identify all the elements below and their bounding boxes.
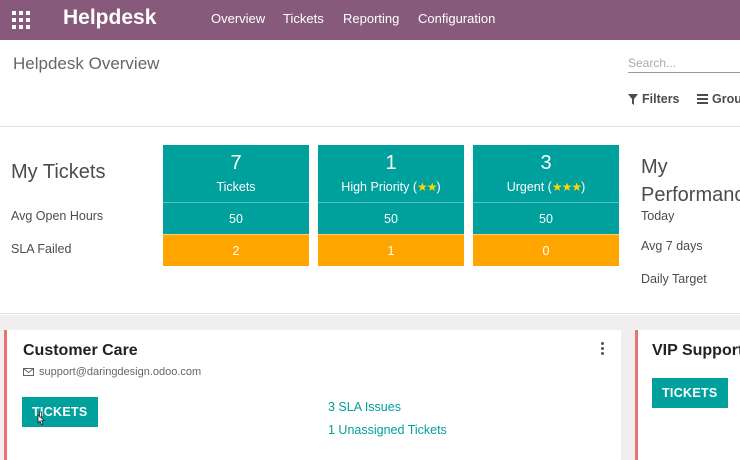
unassigned-tickets-link[interactable]: 1 Unassigned Tickets [328,423,447,437]
stat-avg-open-hours[interactable]: 50 [473,202,619,234]
stat-sla-failed[interactable]: 1 [318,234,464,266]
my-tickets-title: My Tickets [11,161,106,183]
stat-column-tickets: 7 Tickets 50 2 [163,145,309,266]
stat-avg-open-hours[interactable]: 50 [318,202,464,234]
perf-daily-target-label: Daily Target [641,272,707,286]
tickets-button[interactable]: TICKETS [22,397,98,427]
search-input[interactable] [628,53,740,73]
group-by-label: Grou [712,92,740,106]
stat-sla-failed[interactable]: 2 [163,234,309,266]
team-cards-area: Customer Care support@daringdesign.odoo.… [0,315,740,460]
team-email: support@daringdesign.odoo.com [23,366,201,378]
filters-label: Filters [642,92,680,106]
menu-tickets[interactable]: Tickets [283,11,324,26]
mouse-cursor-icon [37,411,46,425]
stat-avg-open-hours[interactable]: 50 [163,202,309,234]
group-by-icon [697,94,708,104]
team-name[interactable]: VIP Support [652,342,740,360]
top-navbar: Helpdesk Overview Tickets Reporting Conf… [0,0,740,40]
stat-high-priority-button[interactable]: 1 High Priority (★★) [318,145,464,202]
stat-column-high-priority: 1 High Priority (★★) 50 1 [318,145,464,266]
stat-column-urgent: 3 Urgent (★★★) 50 0 [473,145,619,266]
app-brand[interactable]: Helpdesk [63,6,156,30]
star-icon: ★★ [417,180,437,194]
perf-today-label: Today [641,209,675,223]
apps-grid-icon[interactable] [12,11,30,29]
sla-issues-link[interactable]: 3 SLA Issues [328,400,401,414]
sla-failed-label: SLA Failed [11,242,72,256]
perf-avg-7-days-label: Avg 7 days [641,239,703,253]
envelope-icon [23,368,34,376]
star-icon: ★★★ [551,180,582,194]
stat-label: Urgent (★★★) [506,180,586,194]
menu-reporting[interactable]: Reporting [343,11,399,26]
filter-icon [628,93,638,105]
stat-count: 7 [230,152,242,174]
group-by-button[interactable]: Grou [697,92,740,106]
kebab-menu-icon[interactable] [601,342,605,357]
filters-button[interactable]: Filters [628,92,680,106]
stat-count: 3 [540,152,552,174]
page-title: Helpdesk Overview [13,54,160,73]
stat-sla-failed[interactable]: 0 [473,234,619,266]
menu-overview[interactable]: Overview [211,11,265,26]
stat-label: High Priority (★★) [341,180,441,194]
team-card-customer-care: Customer Care support@daringdesign.odoo.… [4,330,621,460]
stat-count: 1 [385,152,397,174]
team-name[interactable]: Customer Care [23,342,138,360]
avg-open-hours-label: Avg Open Hours [11,209,104,223]
control-panel: Helpdesk Overview Filters Grou [0,40,740,127]
team-card-vip-support: VIP Support TICKETS [635,330,740,460]
stat-label: Tickets [216,180,256,194]
my-performance-title: My Performanc [641,156,740,206]
stat-urgent-button[interactable]: 3 Urgent (★★★) [473,145,619,202]
stat-tickets-button[interactable]: 7 Tickets [163,145,309,202]
menu-configuration[interactable]: Configuration [418,11,495,26]
my-tickets-dashboard: My Tickets Avg Open Hours SLA Failed 7 T… [0,128,740,314]
tickets-button[interactable]: TICKETS [652,378,728,408]
